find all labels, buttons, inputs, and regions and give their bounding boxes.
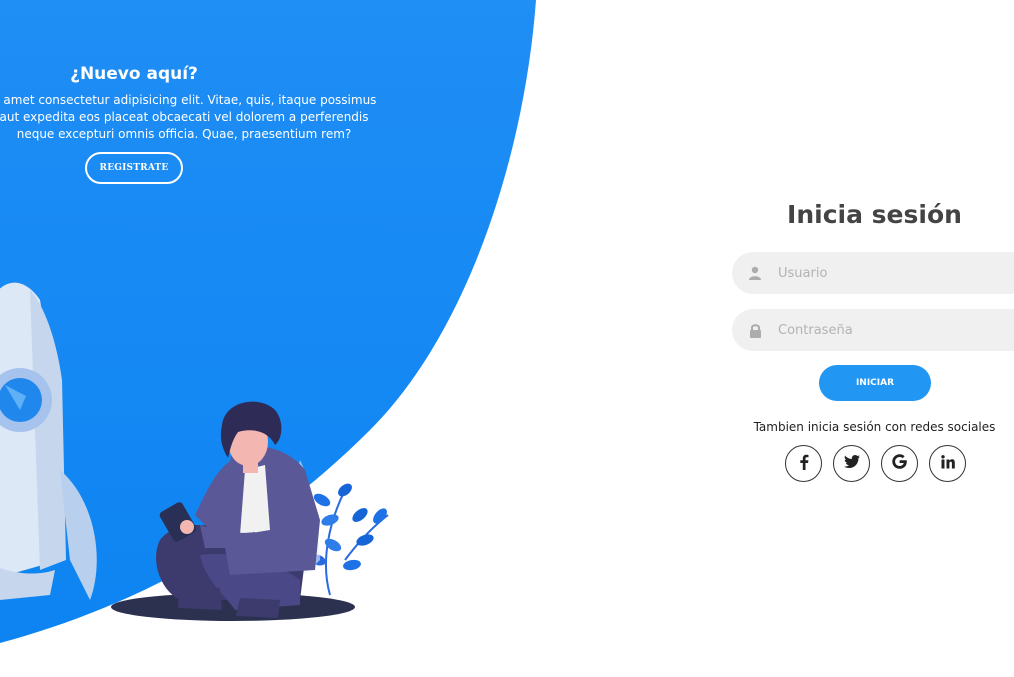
linkedin-icon <box>940 454 955 473</box>
person-figure <box>156 401 320 618</box>
username-input[interactable] <box>778 265 978 281</box>
social-prompt: Tambien inicia sesión con redes sociales <box>753 420 996 434</box>
login-title: Inicia sesión <box>787 200 962 229</box>
login-button[interactable]: INICIAR <box>819 365 931 401</box>
facebook-button[interactable] <box>785 445 822 482</box>
rocket-icon <box>0 282 97 600</box>
username-field[interactable] <box>732 252 1014 294</box>
user-icon <box>732 266 778 280</box>
facebook-icon <box>799 454 809 474</box>
twitter-button[interactable] <box>833 445 870 482</box>
panel-heading: ¿Nuevo aquí? <box>70 64 198 84</box>
linkedin-button[interactable] <box>929 445 966 482</box>
google-button[interactable] <box>881 445 918 482</box>
lock-icon <box>732 323 778 338</box>
panel-paragraph: it amet consectetur adipisicing elit. Vi… <box>0 93 377 141</box>
password-input[interactable] <box>778 322 978 338</box>
twitter-icon <box>843 455 860 472</box>
social-buttons <box>785 445 966 482</box>
login-form: Inicia sesión INICIAR Tambien inicia ses… <box>732 0 1014 677</box>
plant-icon <box>310 483 389 596</box>
password-field[interactable] <box>732 309 1014 351</box>
register-button[interactable]: REGISTRATE <box>85 152 183 184</box>
google-icon <box>892 454 907 473</box>
